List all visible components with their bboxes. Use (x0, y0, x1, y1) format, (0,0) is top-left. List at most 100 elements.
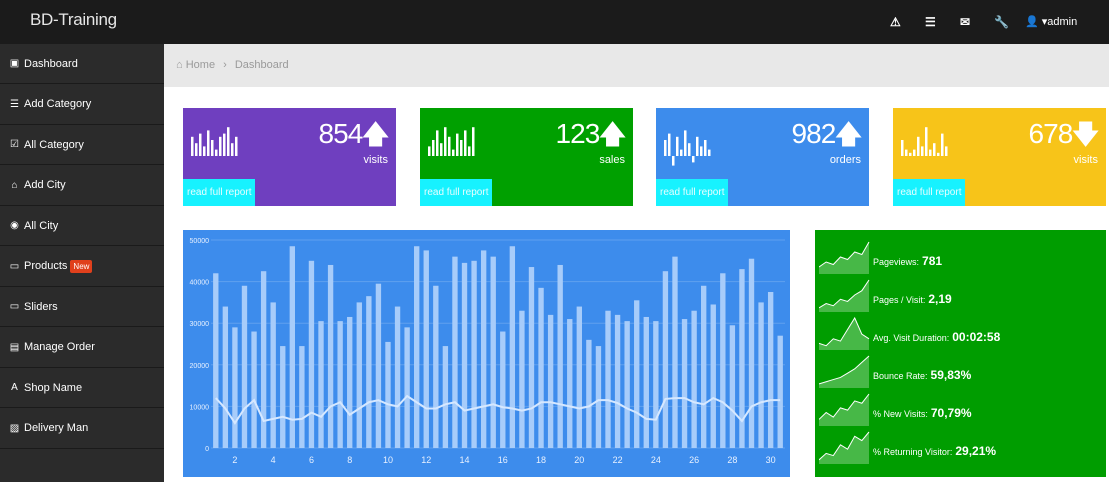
chart-bar[interactable] (318, 321, 324, 448)
read-full-report-link[interactable]: read full report (420, 179, 492, 206)
chart-bar[interactable] (576, 306, 582, 448)
chart-bar[interactable] (327, 264, 334, 448)
chart-bar[interactable] (213, 273, 219, 448)
chart-bar[interactable] (385, 341, 391, 448)
chart-bar[interactable] (280, 346, 286, 448)
chart-bar[interactable] (394, 306, 401, 448)
chart-bar[interactable] (691, 310, 697, 448)
chart-bar[interactable] (299, 346, 305, 448)
chart-bar[interactable] (471, 260, 477, 448)
sidebar-item-add-category[interactable]: ☰ Add Category (0, 85, 164, 125)
read-full-report-link[interactable]: read full report (893, 179, 965, 206)
stat-value: 00:02:58 (952, 330, 1001, 344)
sidebar-item-manage-order[interactable]: ▤ Manage Order (0, 328, 164, 368)
chart-bar[interactable] (567, 319, 573, 448)
chart-bar[interactable] (624, 321, 630, 448)
chart-bar[interactable] (701, 285, 707, 448)
chart-bar[interactable] (222, 306, 229, 448)
chart-bar[interactable] (251, 331, 257, 448)
sidebar-item-shop-name[interactable]: A Shop Name (0, 368, 164, 408)
chart-bar[interactable] (662, 271, 669, 448)
chart-bar[interactable] (720, 273, 726, 448)
mini-bar-chart (428, 127, 475, 156)
chart-bar[interactable] (605, 310, 611, 448)
list-icon[interactable]: ☰ (925, 15, 936, 29)
chart-bar[interactable] (500, 331, 506, 448)
chart-bar[interactable] (423, 250, 429, 448)
chart-bar[interactable] (442, 346, 449, 448)
chart-bar[interactable] (509, 246, 516, 448)
chart-bar[interactable] (433, 285, 439, 448)
sidebar-item-all-category[interactable]: ☑ All Category (0, 125, 164, 165)
chart-bar[interactable] (681, 319, 688, 448)
chart-bar[interactable] (366, 296, 372, 448)
chart-bar[interactable] (557, 264, 563, 448)
chart-bar[interactable] (414, 246, 420, 448)
mini-bar (913, 149, 916, 156)
x-tick-label: 26 (689, 455, 699, 465)
chart-bar[interactable] (375, 283, 382, 448)
chart-bar[interactable] (232, 327, 238, 448)
x-tick-label: 18 (536, 455, 546, 465)
stat-card-sales: 123🡅 sales read full report (420, 108, 633, 206)
chart-bar[interactable] (528, 267, 535, 448)
chart-bar[interactable] (461, 262, 468, 448)
chart-bar[interactable] (452, 256, 458, 448)
sidebar-item-products[interactable]: ▭ Products New (0, 247, 164, 287)
sidebar-item-sliders[interactable]: ▭ Sliders (0, 287, 164, 327)
chart-bar[interactable] (547, 314, 554, 448)
breadcrumb-separator: › (223, 59, 227, 71)
mini-bar (941, 133, 944, 156)
chart-bar[interactable] (586, 339, 592, 448)
user-menu[interactable]: 👤 ▾admin (1025, 15, 1077, 28)
chart-bar[interactable] (356, 302, 362, 448)
chart-bar[interactable] (672, 256, 678, 448)
chart-bar[interactable] (614, 314, 621, 448)
sidebar-item-delivery-man[interactable]: ▨ Delivery Man (0, 409, 164, 449)
wrench-icon[interactable]: 🔧 (994, 15, 1009, 29)
chart-bar[interactable] (337, 321, 343, 448)
sidebar-item-all-city[interactable]: ◉ All City (0, 206, 164, 246)
brand-title[interactable]: BD-Training (30, 10, 117, 30)
chart-bar[interactable] (634, 300, 640, 448)
chart-bar[interactable] (653, 321, 659, 448)
chart-bar[interactable] (538, 287, 544, 448)
chart-bar[interactable] (347, 316, 353, 448)
chart-bar[interactable] (404, 327, 410, 448)
image-icon: ▨ (9, 422, 20, 434)
checkbox-icon: ☑ (10, 139, 19, 150)
mini-bar (472, 127, 475, 156)
chart-bar[interactable] (729, 325, 736, 448)
stat-text: % New Visits: 70,79% (873, 406, 972, 420)
mini-bar (664, 140, 667, 156)
chart-bar[interactable] (748, 258, 755, 448)
mini-bar-chart (664, 130, 711, 166)
mini-bar (468, 146, 471, 156)
stat-row: Pages / Visit: 2,19 (815, 276, 1106, 316)
chart-bar[interactable] (643, 316, 649, 448)
dashboard-icon: ▣ (9, 58, 20, 69)
mini-bar (929, 149, 932, 156)
chart-bar[interactable] (777, 335, 783, 448)
mini-bar (432, 140, 435, 156)
chart-bar[interactable] (490, 256, 496, 448)
chart-bar[interactable] (241, 285, 248, 448)
sidebar-item-add-city[interactable]: ⌂ Add City (0, 166, 164, 206)
chart-bar[interactable] (519, 310, 525, 448)
envelope-icon[interactable]: ✉ (960, 15, 970, 29)
read-full-report-link[interactable]: read full report (183, 179, 255, 206)
chart-bar[interactable] (767, 292, 774, 448)
chart-bar[interactable] (758, 302, 764, 448)
chart-bar[interactable] (710, 304, 716, 448)
chart-bar[interactable] (308, 260, 315, 448)
chart-bar[interactable] (289, 246, 295, 448)
chart-bar[interactable] (480, 250, 487, 448)
chart-bar[interactable] (270, 302, 276, 448)
warning-icon[interactable]: ⚠ (890, 15, 901, 29)
breadcrumb-home[interactable]: Home (186, 59, 215, 71)
read-full-report-link[interactable]: read full report (656, 179, 728, 206)
chart-bar[interactable] (595, 346, 602, 448)
mini-bar (680, 149, 683, 156)
stat-label: Pages / Visit: (873, 295, 926, 305)
sidebar-item-dashboard[interactable]: ▣ Dashboard (0, 44, 164, 84)
